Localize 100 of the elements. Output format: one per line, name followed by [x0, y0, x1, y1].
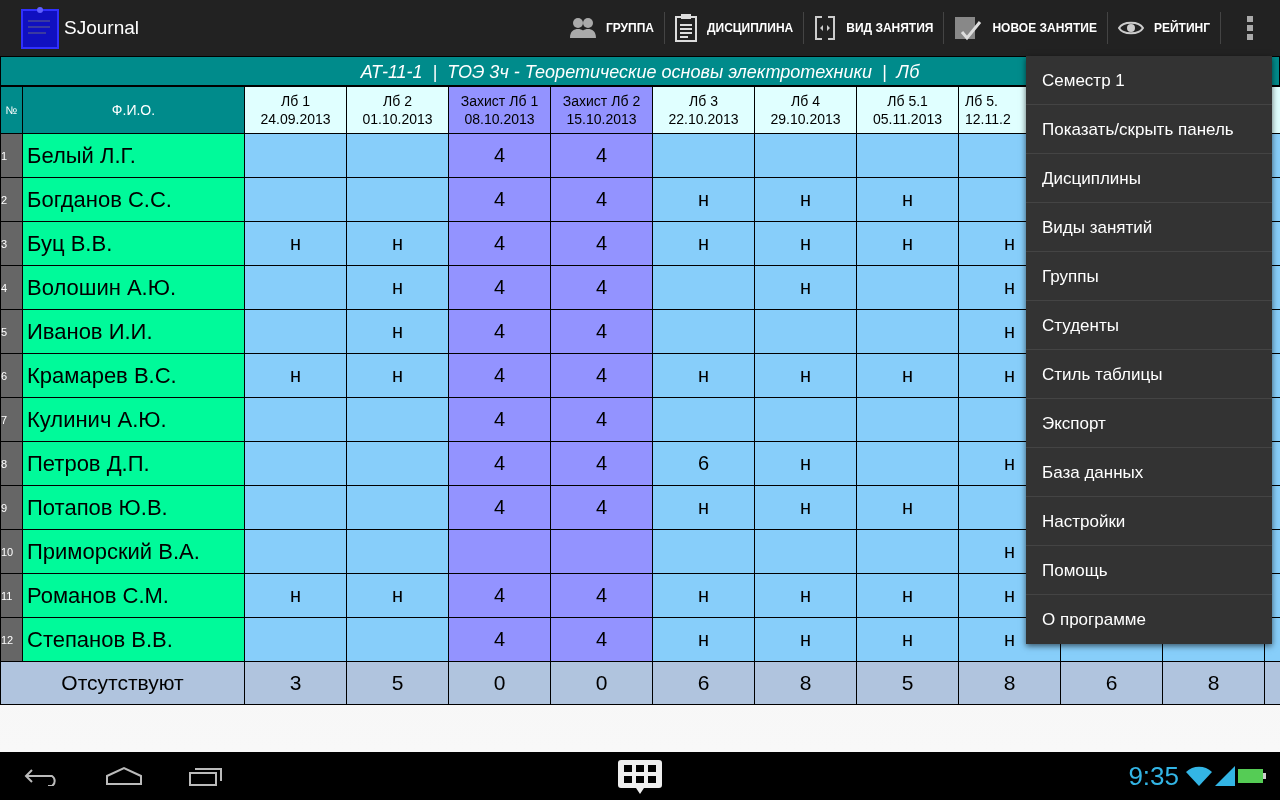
menu-item[interactable]: База данных — [1026, 448, 1272, 497]
grade-cell[interactable]: 4 — [550, 617, 653, 662]
grade-cell[interactable] — [244, 485, 347, 530]
apps-grid-icon[interactable] — [617, 758, 663, 796]
grade-cell[interactable]: н — [754, 221, 857, 266]
grade-cell[interactable]: 4 — [550, 221, 653, 266]
menu-item[interactable]: Дисциплины — [1026, 154, 1272, 203]
grade-cell[interactable]: н — [754, 617, 857, 662]
grade-cell[interactable] — [754, 529, 857, 574]
grade-cell[interactable]: н — [856, 485, 959, 530]
grade-cell[interactable]: 4 — [550, 265, 653, 310]
grade-cell[interactable] — [244, 265, 347, 310]
grade-cell[interactable] — [244, 529, 347, 574]
grade-cell[interactable]: н — [856, 617, 959, 662]
grade-cell[interactable]: н — [754, 441, 857, 486]
column-header[interactable]: Лб 4 29.10.2013 — [754, 86, 857, 134]
column-header[interactable]: Захист Лб 1 08.10.2013 — [448, 86, 551, 134]
grade-cell[interactable] — [346, 397, 449, 442]
grade-cell[interactable]: 6 — [652, 441, 755, 486]
grade-cell[interactable]: 4 — [550, 441, 653, 486]
grade-cell[interactable]: н — [856, 353, 959, 398]
menu-item[interactable]: Семестр 1 — [1026, 56, 1272, 105]
student-name-cell[interactable]: Потапов Ю.В. — [22, 485, 245, 530]
grade-cell[interactable]: н — [754, 573, 857, 618]
grade-cell[interactable]: н — [652, 573, 755, 618]
grade-cell[interactable] — [652, 265, 755, 310]
menu-item[interactable]: Студенты — [1026, 301, 1272, 350]
column-header[interactable]: Лб 5.1 05.11.2013 — [856, 86, 959, 134]
grade-cell[interactable]: н — [856, 221, 959, 266]
column-header[interactable]: Захист Лб 2 15.10.2013 — [550, 86, 653, 134]
grade-cell[interactable] — [244, 397, 347, 442]
student-name-cell[interactable]: Степанов В.В. — [22, 617, 245, 662]
grade-cell[interactable] — [856, 529, 959, 574]
grade-cell[interactable]: 4 — [550, 353, 653, 398]
grade-cell[interactable] — [652, 397, 755, 442]
grade-cell[interactable]: 4 — [448, 265, 551, 310]
grade-cell[interactable]: н — [346, 353, 449, 398]
student-name-cell[interactable]: Петров Д.П. — [22, 441, 245, 486]
action-button[interactable]: РЕЙТИНГ — [1107, 0, 1220, 56]
grade-cell[interactable] — [856, 397, 959, 442]
column-header[interactable]: Лб 1 24.09.2013 — [244, 86, 347, 134]
grade-cell[interactable]: 4 — [448, 573, 551, 618]
grade-cell[interactable]: 4 — [550, 133, 653, 178]
grade-cell[interactable]: 4 — [550, 573, 653, 618]
menu-item[interactable]: Экспорт — [1026, 399, 1272, 448]
grade-cell[interactable] — [346, 485, 449, 530]
grade-cell[interactable]: н — [346, 309, 449, 354]
student-name-cell[interactable]: Приморский В.А. — [22, 529, 245, 574]
grade-cell[interactable] — [346, 529, 449, 574]
grade-cell[interactable]: 4 — [550, 397, 653, 442]
grade-cell[interactable]: 4 — [550, 485, 653, 530]
grade-cell[interactable] — [652, 529, 755, 574]
grade-cell[interactable]: н — [652, 485, 755, 530]
grade-cell[interactable]: н — [856, 573, 959, 618]
grade-cell[interactable] — [346, 133, 449, 178]
grade-cell[interactable]: 4 — [448, 133, 551, 178]
action-button[interactable]: ГРУППА — [559, 0, 664, 56]
student-name-cell[interactable]: Иванов И.И. — [22, 309, 245, 354]
grade-cell[interactable] — [856, 133, 959, 178]
grade-cell[interactable]: 4 — [550, 309, 653, 354]
grade-cell[interactable]: 4 — [448, 485, 551, 530]
home-icon[interactable] — [105, 766, 143, 786]
grade-cell[interactable] — [244, 309, 347, 354]
grade-cell[interactable] — [856, 265, 959, 310]
grade-cell[interactable] — [448, 529, 551, 574]
menu-item[interactable]: Помощь — [1026, 546, 1272, 595]
grade-cell[interactable]: н — [754, 177, 857, 222]
grade-cell[interactable]: 4 — [448, 221, 551, 266]
grade-cell[interactable]: 4 — [448, 441, 551, 486]
student-name-cell[interactable]: Волошин А.Ю. — [22, 265, 245, 310]
grade-cell[interactable] — [244, 177, 347, 222]
grade-cell[interactable]: н — [346, 265, 449, 310]
grade-cell[interactable]: 4 — [448, 617, 551, 662]
grade-cell[interactable]: н — [754, 485, 857, 530]
grade-cell[interactable] — [754, 397, 857, 442]
grade-cell[interactable]: н — [754, 265, 857, 310]
action-button[interactable]: ДИСЦИПЛИНА — [665, 0, 804, 56]
grade-cell[interactable] — [244, 133, 347, 178]
column-header[interactable]: Лб 3 22.10.2013 — [652, 86, 755, 134]
grade-cell[interactable]: н — [244, 573, 347, 618]
grade-cell[interactable]: н — [652, 221, 755, 266]
overflow-menu-icon[interactable] — [1247, 16, 1253, 40]
grade-cell[interactable] — [754, 133, 857, 178]
action-button[interactable]: НОВОЕ ЗАНЯТИЕ — [944, 0, 1107, 56]
student-name-cell[interactable]: Богданов С.С. — [22, 177, 245, 222]
recent-apps-icon[interactable] — [188, 765, 224, 787]
menu-item[interactable]: Стиль таблицы — [1026, 350, 1272, 399]
grade-cell[interactable]: н — [856, 177, 959, 222]
grade-cell[interactable] — [652, 309, 755, 354]
grade-cell[interactable]: н — [652, 617, 755, 662]
grade-cell[interactable]: 4 — [550, 177, 653, 222]
grade-cell[interactable] — [856, 441, 959, 486]
grade-cell[interactable]: 4 — [448, 309, 551, 354]
grade-cell[interactable]: н — [754, 353, 857, 398]
grade-cell[interactable]: 4 — [448, 353, 551, 398]
student-name-cell[interactable]: Буц В.В. — [22, 221, 245, 266]
grade-cell[interactable]: н — [652, 177, 755, 222]
grade-cell[interactable] — [244, 441, 347, 486]
grade-cell[interactable] — [244, 617, 347, 662]
grade-cell[interactable] — [346, 177, 449, 222]
